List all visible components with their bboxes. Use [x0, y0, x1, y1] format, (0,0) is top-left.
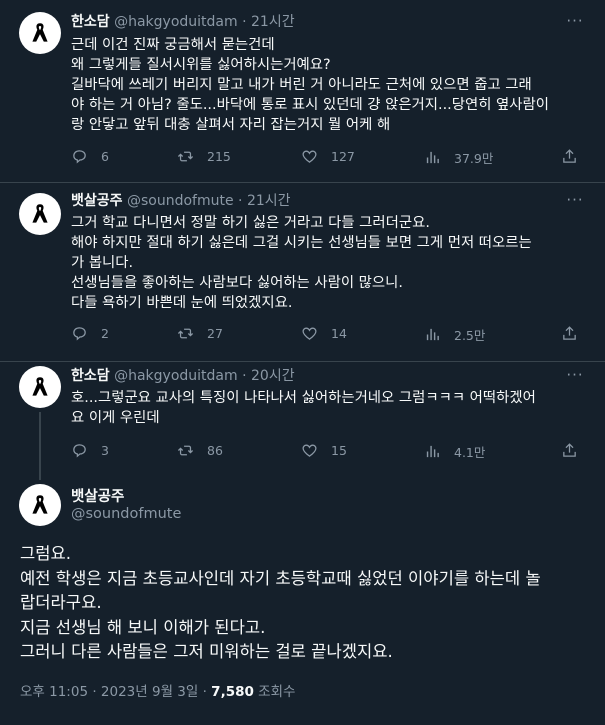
reply-icon: [73, 150, 86, 164]
tweet-timestamp[interactable]: 오후 11:05 · 2023년 9월 3일 ·: [20, 684, 211, 700]
like-button[interactable]: 14: [301, 325, 347, 342]
views-count: 2.5만: [454, 328, 486, 343]
separator-dot: ·: [238, 193, 243, 209]
tweet-time[interactable]: 20시간: [251, 368, 295, 384]
like-count: 15: [331, 443, 347, 458]
share-icon: [563, 443, 576, 457]
share-icon: [563, 149, 576, 163]
views-count: 37.9만: [454, 151, 494, 166]
action-bar: 6 215 127 37.9만: [71, 148, 581, 168]
views-icon: [426, 445, 439, 458]
author-name[interactable]: 한소담: [71, 368, 110, 384]
black-ribbon-icon: [32, 204, 48, 223]
tweet-text: 그거 학교 다니면서 정말 하기 싫은 거라고 다들 그러더군요. 해야 하지만…: [71, 215, 532, 311]
share-button[interactable]: [561, 148, 591, 165]
views-icon: [426, 328, 439, 341]
like-icon: [302, 444, 317, 457]
tweet-text: 근데 이건 진짜 궁금해서 묻는건데 왜 그렇게들 질서시위를 싫어하시는거예요…: [71, 37, 550, 133]
reply-count: 3: [101, 443, 109, 458]
like-button[interactable]: 127: [301, 148, 355, 165]
like-icon: [302, 150, 317, 163]
like-button[interactable]: 15: [301, 442, 347, 459]
tweet-header: 한소담 @hakgyoduitdam · 21시간: [71, 13, 295, 31]
tweet-time[interactable]: 21시간: [247, 193, 291, 209]
more-dots-icon[interactable]: ···: [565, 14, 585, 32]
retweet-icon: [177, 151, 194, 162]
views-icon: [426, 151, 439, 164]
reply-tweet-1[interactable]: 한소담 @hakgyoduitdam · 21시간 ··· 근데 이건 진짜 궁…: [0, 0, 605, 182]
author-handle[interactable]: @hakgyoduitdam: [114, 14, 238, 30]
reply-count: 2: [101, 326, 109, 341]
reply-tweet-2[interactable]: 뱃살공주 @soundofmute · 21시간 ··· 그거 학교 다니면서 …: [0, 183, 605, 361]
views-button[interactable]: 37.9만: [424, 148, 493, 167]
action-bar: 3 86 15 4.1만: [71, 442, 581, 462]
main-tweet-text: 그럼요. 예전 학생은 지금 초등교사인데 자기 초등학교때 싫었던 이야기를 …: [20, 544, 541, 661]
author-name[interactable]: 뱃살공주: [71, 485, 124, 506]
avatar[interactable]: [19, 193, 61, 235]
share-button[interactable]: [561, 325, 591, 342]
views-button[interactable]: 4.1만: [424, 442, 485, 461]
reply-icon: [73, 444, 86, 458]
share-icon: [563, 326, 576, 340]
retweet-icon: [177, 328, 194, 339]
black-ribbon-icon: [32, 23, 48, 42]
reply-button[interactable]: 6: [71, 148, 109, 165]
retweet-count: 86: [207, 443, 223, 458]
author-handle[interactable]: @soundofmute: [71, 506, 181, 522]
avatar[interactable]: [19, 12, 61, 54]
retweet-button[interactable]: 86: [177, 442, 223, 459]
tweet-text: 호...그렇군요 교사의 특징이 나타나서 싫어하는거네오 그럼ㅋㅋㅋ 어떡하겠…: [71, 390, 536, 426]
like-count: 14: [331, 326, 347, 341]
author-name[interactable]: 한소담: [71, 14, 110, 30]
views-count: 7,580: [211, 684, 254, 700]
reply-button[interactable]: 3: [71, 442, 109, 459]
more-dots-icon[interactable]: ···: [565, 368, 585, 386]
retweet-count: 27: [207, 326, 223, 341]
retweet-button[interactable]: 27: [177, 325, 223, 342]
tweet-time[interactable]: 21시간: [251, 14, 295, 30]
views-count: 4.1만: [454, 445, 486, 460]
avatar[interactable]: [19, 484, 61, 526]
avatar[interactable]: [19, 366, 61, 408]
author-name[interactable]: 뱃살공주: [71, 193, 123, 209]
author-handle[interactable]: @soundofmute: [127, 193, 234, 209]
reply-button[interactable]: 2: [71, 325, 109, 342]
more-dots-icon[interactable]: ···: [565, 193, 585, 211]
share-button[interactable]: [561, 442, 591, 459]
tweet-footer: 오후 11:05 · 2023년 9월 3일 · 7,580 조회수: [20, 680, 295, 700]
reply-icon: [73, 327, 86, 341]
separator-dot: ·: [242, 14, 247, 30]
reply-count: 6: [101, 149, 109, 164]
like-icon: [302, 327, 317, 340]
black-ribbon-icon: [32, 377, 48, 396]
separator-dot: ·: [242, 368, 247, 384]
reply-tweet-3[interactable]: 한소담 @hakgyoduitdam · 20시간 ··· 호...그렇군요 교…: [0, 362, 605, 480]
author-handle[interactable]: @hakgyoduitdam: [114, 368, 238, 384]
tweet-header: 뱃살공주 @soundofmute · 21시간: [71, 192, 291, 210]
tweet-header: 한소담 @hakgyoduitdam · 20시간: [71, 367, 295, 385]
views-button[interactable]: 2.5만: [424, 325, 485, 344]
thread-line: [39, 412, 41, 480]
views-label: 조회수: [253, 684, 296, 700]
retweet-icon: [177, 445, 194, 456]
black-ribbon-icon: [32, 495, 48, 514]
action-bar: 2 27 14 2.5만: [71, 325, 581, 345]
retweet-count: 215: [207, 149, 231, 164]
retweet-button[interactable]: 215: [177, 148, 231, 165]
like-count: 127: [331, 149, 355, 164]
